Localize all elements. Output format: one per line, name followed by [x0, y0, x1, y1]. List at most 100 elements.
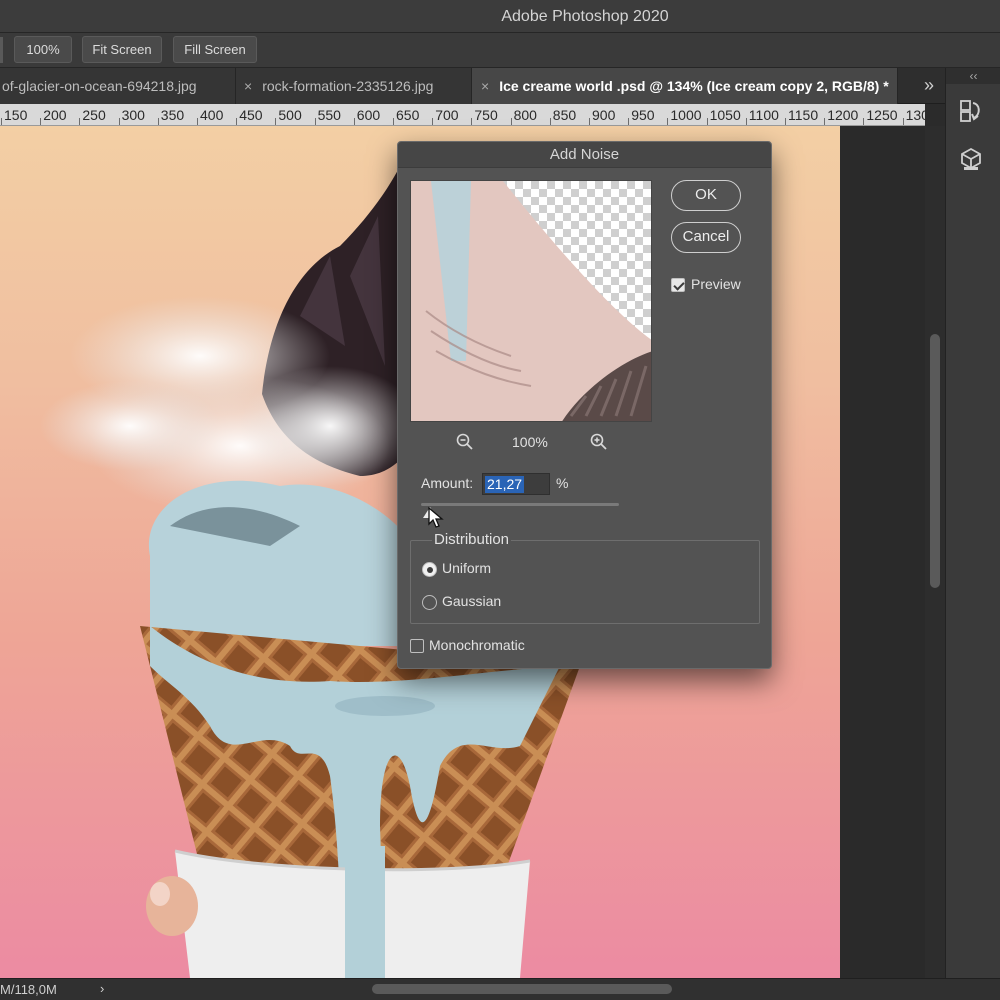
ruler-label: 300: [121, 107, 145, 123]
ruler-tick: [667, 118, 669, 125]
horizontal-scroll-thumb[interactable]: [372, 984, 672, 994]
fill-screen-button[interactable]: Fill Screen: [173, 36, 257, 63]
ruler-tick: [745, 118, 747, 125]
ruler-label: 550: [317, 107, 341, 123]
right-panel-dock: ‹‹: [945, 68, 1000, 1000]
tabs-overflow-icon[interactable]: »: [913, 68, 945, 104]
zoom-in-icon[interactable]: [590, 433, 608, 451]
ruler-tick: [549, 118, 551, 125]
tab-label: Ice creame world .psd @ 134% (Ice cream …: [499, 78, 889, 94]
ruler-label: 750: [474, 107, 498, 123]
cancel-button[interactable]: Cancel: [671, 222, 741, 253]
ruler-tick: [432, 118, 434, 125]
preview-label: Preview: [691, 276, 741, 292]
ruler-label: 800: [513, 107, 537, 123]
ruler-tick: [471, 118, 473, 125]
noise-preview[interactable]: [410, 180, 652, 422]
ruler-label: 900: [592, 107, 616, 123]
ruler-label: 1000: [670, 107, 702, 123]
ruler-tick: [236, 118, 238, 125]
ruler-label: 130: [905, 107, 925, 123]
title-bar: Adobe Photoshop 2020: [0, 0, 1000, 33]
ruler-tick: [353, 118, 355, 125]
ruler-tick: [197, 118, 198, 125]
ruler-label: 350: [160, 107, 185, 123]
ruler-label: 400: [200, 107, 224, 123]
gaussian-label: Gaussian: [442, 593, 502, 609]
ruler-label: 700: [435, 107, 459, 123]
monochromatic-checkbox[interactable]: [410, 639, 424, 653]
vertical-scroll-thumb[interactable]: [930, 334, 940, 588]
ruler-label: 1200: [827, 107, 859, 123]
amount-label: Amount:: [421, 475, 474, 491]
ruler-label: 200: [43, 107, 67, 123]
distribution-group: [410, 540, 760, 624]
ruler-tick: [510, 118, 512, 125]
collapse-panels-icon[interactable]: ‹‹: [946, 68, 1000, 84]
preview-zoom-level: 100%: [512, 434, 548, 450]
ruler-tick: [393, 118, 394, 125]
vertical-scrollbar[interactable]: [925, 126, 945, 978]
distribution-label: Distribution: [432, 531, 512, 548]
add-noise-dialog: Add Noise OK Cancel Preview 100% Amount:…: [397, 141, 772, 669]
ruler-tick: [40, 118, 42, 125]
ruler-label: 1250: [866, 107, 898, 123]
ruler-tick: [902, 118, 904, 125]
close-icon[interactable]: ×: [244, 78, 252, 94]
ruler-tick: [1, 118, 2, 125]
ruler-tick: [79, 118, 81, 125]
tab-rock-formation[interactable]: × rock-formation-2335126.jpg: [236, 68, 472, 104]
ruler-label: 1100: [748, 107, 779, 123]
ruler-tick: [157, 118, 159, 125]
tab-glacier[interactable]: of-glacier-on-ocean-694218.jpg: [0, 68, 236, 104]
close-icon[interactable]: ×: [481, 78, 489, 94]
ruler-tick: [824, 118, 826, 125]
ruler-label: 600: [356, 107, 381, 123]
ruler-tick: [118, 118, 120, 125]
dialog-title: Add Noise: [398, 142, 771, 168]
gaussian-radio[interactable]: [422, 595, 437, 610]
pasteboard: [840, 126, 925, 978]
tab-ice-cream-world[interactable]: × Ice creame world .psd @ 134% (Ice cream…: [472, 68, 898, 104]
ruler-label: 650: [396, 107, 420, 123]
ruler-label: 1050: [709, 107, 741, 123]
ruler-label: 250: [82, 107, 106, 123]
ruler-label: 950: [631, 107, 655, 123]
history-icon[interactable]: [958, 98, 984, 124]
horizontal-ruler: 150 200 250 300 350 400 450 500 550 600 650 700 750 8…: [0, 104, 925, 126]
status-bar: M/118,0M ›: [0, 978, 1000, 1000]
zoom-out-icon[interactable]: [456, 433, 474, 451]
ruler-tick: [275, 118, 277, 125]
monochromatic-label: Monochromatic: [429, 637, 525, 653]
preview-checkbox[interactable]: [671, 278, 685, 292]
ruler-label: 450: [239, 107, 263, 123]
preview-image: [411, 181, 651, 421]
ruler-label: 1150: [788, 107, 819, 123]
ruler-label: 150: [4, 107, 28, 123]
ruler-tick: [628, 118, 630, 125]
uniform-radio[interactable]: [422, 562, 437, 577]
document-size: M/118,0M: [0, 982, 57, 997]
3d-cube-icon[interactable]: [958, 146, 984, 172]
zoom-100-button[interactable]: 100%: [14, 36, 72, 63]
tab-label: rock-formation-2335126.jpg: [262, 78, 434, 94]
status-menu-arrow[interactable]: ›: [100, 981, 104, 996]
amount-input[interactable]: 21,27: [482, 473, 550, 495]
ruler-tick: [314, 118, 316, 125]
ruler-tick: [706, 118, 708, 125]
app-title: Adobe Photoshop 2020: [501, 8, 669, 25]
ruler-label: 500: [278, 107, 302, 123]
tab-label: of-glacier-on-ocean-694218.jpg: [2, 78, 197, 94]
ok-button[interactable]: OK: [671, 180, 741, 211]
ruler-label: 850: [552, 107, 577, 123]
document-tabs: of-glacier-on-ocean-694218.jpg × rock-for…: [0, 68, 945, 104]
amount-value: 21,27: [485, 476, 525, 493]
ruler-tick: [863, 118, 865, 125]
uniform-label: Uniform: [442, 560, 492, 576]
ruler-tick: [785, 118, 786, 125]
amount-unit: %: [556, 475, 569, 491]
fit-screen-button[interactable]: Fit Screen: [82, 36, 162, 63]
mouse-pointer-icon: [428, 506, 444, 528]
options-bar-divider: [0, 37, 3, 63]
amount-slider[interactable]: [421, 503, 619, 506]
